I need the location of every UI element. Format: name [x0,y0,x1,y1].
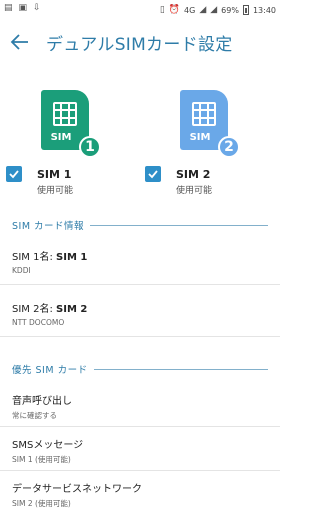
voice-call-title: 音声呼び出し [12,396,72,407]
sim-cards: SIM 1 SIM 2 SIM 1 使用可能 SIM 2 使用可能 [0,84,280,204]
page-title: デュアルSIMカード設定 [46,34,233,55]
sim2-name-title: SIM 2名: SIM 2 [12,304,88,315]
arrow-left-icon [10,34,28,50]
preferred-sim-header-label: 優先 SIM カード [12,365,88,376]
status-bar: ▤ ▣ ⇩ ▯ ⏰ 4G ◢ ◢ 69% 13:40 [0,0,280,20]
sim2-name: SIM 2 [176,168,211,181]
section-divider [90,224,268,226]
back-button[interactable] [8,30,32,54]
check-icon [148,170,158,179]
sim1-name-title: SIM 1名: SIM 1 [12,252,88,263]
sim1-badge-label: SIM [50,132,72,143]
sim2-carrier: NTT DOCOMO [12,318,65,327]
sim1-status: 使用可能 [37,186,74,196]
sim2-number-badge: 2 [218,136,240,158]
data-network-row[interactable]: データサービスネットワーク SIM 2 (使用可能) [12,480,268,509]
network-type: 4G [184,5,196,15]
signal-icon: ▤ [4,3,13,13]
sms-sub: SIM 1 (使用可能) [12,455,71,464]
sim2-badge-label: SIM [189,132,211,143]
row-divider [0,336,280,337]
row-divider [0,284,280,285]
app-bar: デュアルSIMカード設定 [0,20,280,64]
notification-icons: ▤ ▣ ⇩ [4,3,41,13]
voice-call-row[interactable]: 音声呼び出し 常に確認する [12,392,268,421]
sim2-checkbox[interactable] [145,166,161,182]
data-network-sub: SIM 2 (使用可能) [12,499,71,508]
check-icon [9,170,19,179]
row-divider [0,470,280,471]
sim1-name-row[interactable]: SIM 1名: SIM 1 KDDI [12,248,268,275]
voice-call-sub: 常に確認する [12,411,57,420]
sim2-status: 使用可能 [176,186,213,196]
alarm-icon: ⏰ [168,5,181,15]
section-divider [93,368,268,370]
battery-percent: 69% [221,5,239,15]
data-network-title: データサービスネットワーク [12,484,142,495]
preferred-sim-header: 優先 SIM カード [12,362,268,376]
cell-signal-icon: ◢ [199,5,207,15]
sim-info-header-label: SIM カード情報 [12,221,85,232]
sim-info-header: SIM カード情報 [12,218,268,232]
row-divider [0,426,280,427]
sms-title: SMSメッセージ [12,440,84,451]
cell-signal-2-icon: ◢ [210,5,218,15]
sim2-name-row[interactable]: SIM 2名: SIM 2 NTT DOCOMO [12,300,268,327]
sim-chip-icon [192,102,216,126]
sim1-name: SIM 1 [37,168,72,181]
sim1-checkbox[interactable] [6,166,22,182]
image-icon: ▣ [18,3,28,13]
battery-icon [242,5,249,15]
sim1-number-badge: 1 [79,136,101,158]
system-status: ▯ ⏰ 4G ◢ ◢ 69% 13:40 [160,5,276,15]
download-icon: ⇩ [33,3,41,13]
clock: 13:40 [252,5,276,15]
sim-chip-icon [53,102,77,126]
vibrate-icon: ▯ [159,5,165,15]
sms-row[interactable]: SMSメッセージ SIM 1 (使用可能) [12,436,268,465]
sim1-carrier: KDDI [12,266,31,275]
